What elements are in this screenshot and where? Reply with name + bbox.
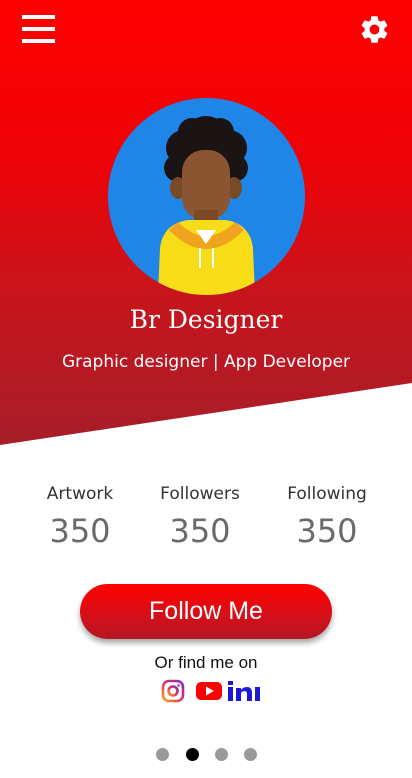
instagram-link[interactable] — [161, 679, 185, 703]
stat-label: Following — [287, 484, 367, 504]
page-dot-2[interactable] — [186, 748, 199, 761]
stat-artwork[interactable]: Artwork 350 — [10, 484, 150, 550]
stat-value: 350 — [49, 512, 111, 550]
menu-button[interactable] — [22, 15, 55, 45]
youtube-link[interactable] — [196, 679, 222, 703]
instagram-icon — [161, 679, 185, 703]
page-dot-4[interactable] — [244, 748, 257, 761]
stat-label: Artwork — [46, 484, 114, 504]
follow-button[interactable]: Follow Me — [80, 584, 332, 639]
profile-name: Br Designer — [129, 305, 283, 334]
gear-icon — [361, 16, 388, 43]
youtube-icon — [196, 682, 222, 700]
avatar-illustration — [158, 116, 255, 295]
linkedin-link[interactable] — [228, 679, 261, 703]
find-me-label: Or find me on — [154, 653, 258, 672]
stat-value: 350 — [169, 512, 231, 550]
settings-button[interactable] — [358, 13, 391, 46]
page-dot-3[interactable] — [215, 748, 228, 761]
stat-following[interactable]: Following 350 — [257, 484, 397, 550]
avatar — [108, 98, 305, 295]
stats-row: Artwork 350 Followers 350 Following 350 — [0, 484, 412, 564]
stat-label: Followers — [160, 484, 240, 504]
hamburger-menu-icon — [22, 15, 55, 19]
page-dot-1[interactable] — [156, 748, 169, 761]
profile-role: Graphic designer | App Developer — [61, 352, 351, 372]
stat-followers[interactable]: Followers 350 — [130, 484, 270, 550]
social-links — [161, 679, 263, 703]
page-indicator — [156, 748, 260, 762]
stat-value: 350 — [296, 512, 358, 550]
linkedin-icon — [228, 681, 260, 701]
